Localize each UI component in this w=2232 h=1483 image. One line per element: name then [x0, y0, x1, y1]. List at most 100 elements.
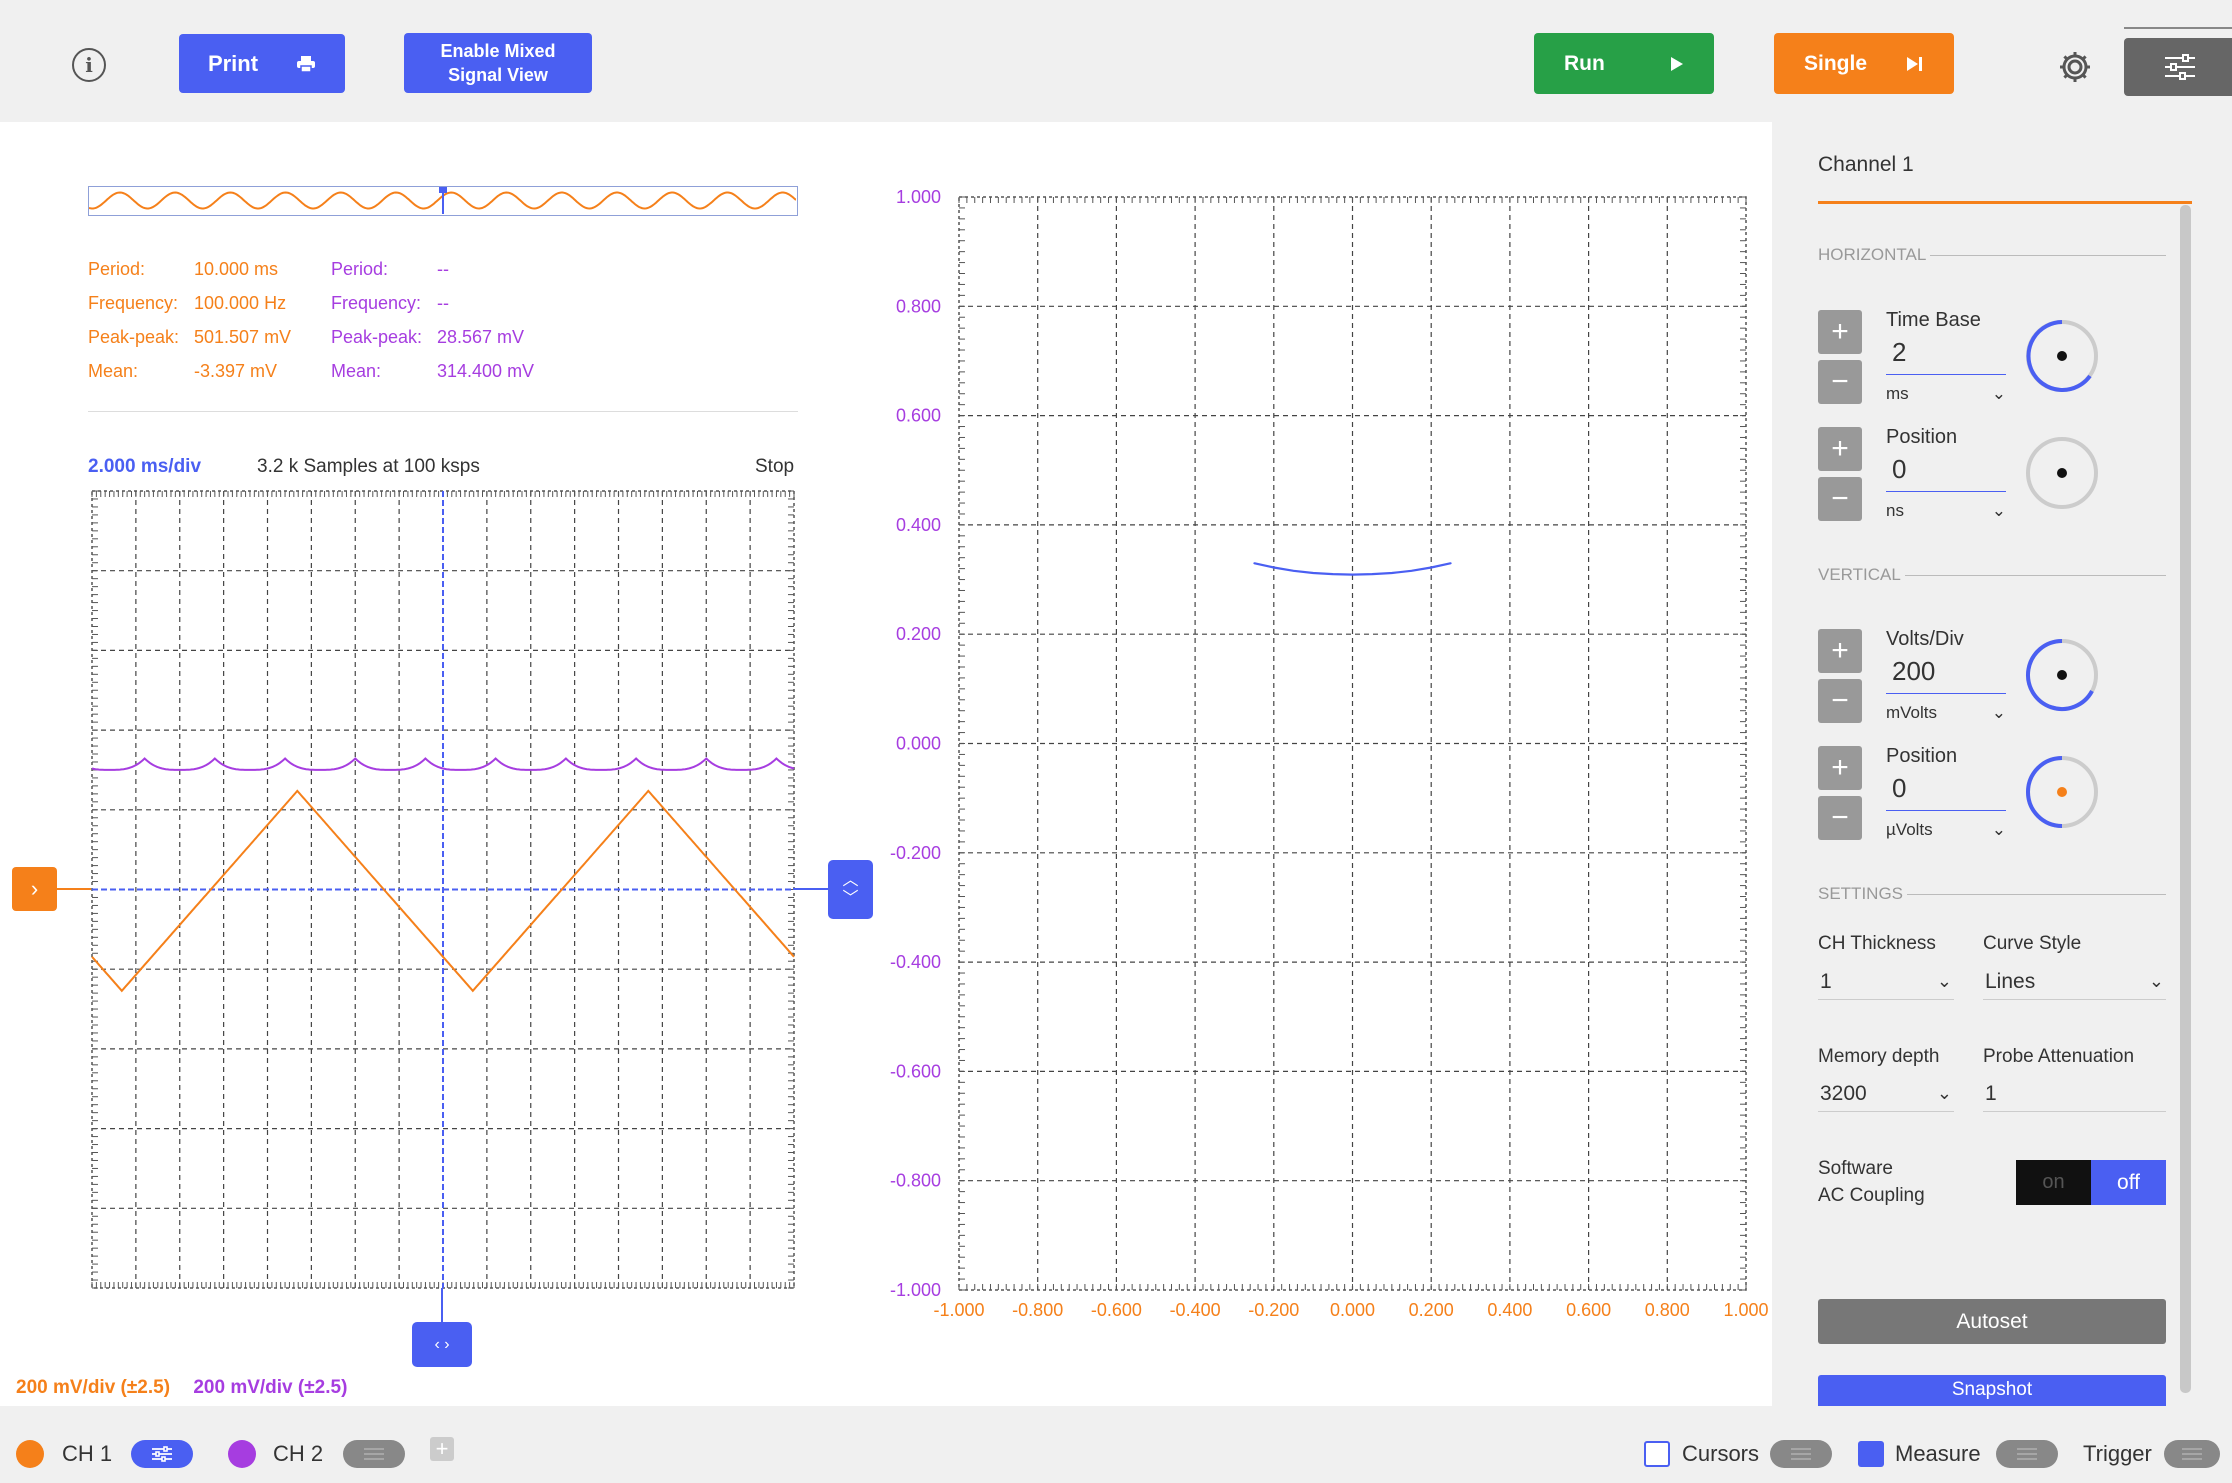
cursors-checkbox[interactable]: [1644, 1441, 1670, 1467]
cursors-label[interactable]: Cursors: [1682, 1441, 1759, 1467]
hpos-unit-select[interactable]: ns ⌄: [1886, 501, 2006, 521]
ch1-mean-value: -3.397 mV: [194, 361, 278, 381]
vpos-unit-select[interactable]: µVolts ⌄: [1886, 820, 2006, 840]
voltsdiv-plus-button[interactable]: +: [1818, 629, 1862, 673]
info-icon[interactable]: i: [72, 48, 106, 82]
y-tick-label: -0.400: [890, 952, 941, 972]
ch1-label[interactable]: CH 1: [62, 1441, 112, 1467]
memory-depth-select[interactable]: 3200 ⌄: [1818, 1076, 1954, 1112]
run-label: Run: [1564, 51, 1605, 75]
trigger-level-handle[interactable]: ︿ ﹀: [828, 860, 873, 919]
settings-header-text: SETTINGS: [1818, 884, 1904, 903]
voltsdiv-knob[interactable]: [2024, 637, 2100, 713]
run-button[interactable]: Run: [1534, 33, 1714, 94]
chevron-up-icon: ︿: [842, 871, 859, 889]
timebase-minus-button[interactable]: −: [1818, 360, 1862, 404]
ch2-label[interactable]: CH 2: [273, 1441, 323, 1467]
chevron-down-icon: ⌄: [1991, 501, 2006, 520]
cursors-settings-toggle[interactable]: [1770, 1440, 1832, 1468]
ch2-settings-toggle[interactable]: [343, 1440, 405, 1468]
sliders-icon: [152, 1446, 172, 1462]
ch2-frequency-label: Frequency:: [331, 293, 422, 313]
timebase-unit: ms: [1886, 384, 1909, 403]
horizontal-section-header: HORIZONTAL: [1818, 245, 2166, 265]
timebase-unit-select[interactable]: ms ⌄: [1886, 384, 2006, 404]
sliders-menu-button[interactable]: [2124, 38, 2232, 96]
timebase-plus-button[interactable]: +: [1818, 310, 1862, 354]
samples-readout: 3.2 k Samples at 100 ksps: [257, 456, 480, 477]
measure-settings-toggle[interactable]: [1996, 1440, 2058, 1468]
acquisition-state: Stop: [755, 456, 795, 477]
ch2-peakpeak-value: 28.567 mV: [437, 327, 525, 347]
x-tick-label: -0.600: [1091, 1300, 1142, 1320]
xy-plot[interactable]: 1.000 0.800 0.600 0.400 0.200 0.000 -0.200 -0.4…: [880, 180, 1770, 1330]
enable-mixed-signal-view-button[interactable]: Enable Mixed Signal View: [404, 33, 592, 93]
xy-point: [1450, 562, 1452, 564]
y-tick-label: 0.200: [896, 624, 941, 644]
overview-strip[interactable]: [88, 186, 798, 216]
ch1-offset-handle[interactable]: ›: [12, 867, 57, 911]
print-button[interactable]: Print: [179, 34, 345, 93]
snapshot-button[interactable]: Snapshot: [1818, 1375, 2166, 1406]
chevron-down-icon: ﹀: [842, 889, 859, 907]
timebase-input[interactable]: 2: [1886, 337, 2006, 375]
vpos-knob[interactable]: [2024, 754, 2100, 830]
curve-style-select[interactable]: Lines ⌄: [1983, 964, 2166, 1000]
ac-coupling-off[interactable]: off: [2091, 1160, 2166, 1205]
hpos-plus-button[interactable]: +: [1818, 427, 1862, 471]
vpos-minus-button[interactable]: −: [1818, 796, 1862, 840]
vpos-input[interactable]: 0: [1886, 773, 2006, 811]
x-tick-label: 1.000: [1723, 1300, 1768, 1320]
time-domain-plot[interactable]: [91, 490, 795, 1290]
time-position-line: [441, 1288, 443, 1322]
thickness-value: 1: [1820, 969, 1832, 993]
add-channel-button[interactable]: +: [430, 1436, 454, 1461]
trigger-level-line: [793, 888, 828, 890]
ch1-color-dot[interactable]: [16, 1440, 44, 1468]
autoset-button[interactable]: Autoset: [1818, 1299, 2166, 1344]
ch1-settings-toggle[interactable]: [131, 1440, 193, 1468]
ac-coupling-toggle[interactable]: on off: [2016, 1160, 2166, 1205]
xy-point: [1371, 573, 1373, 575]
timebase-readout: 2.000 ms/div: [88, 456, 202, 477]
thickness-select[interactable]: 1 ⌄: [1818, 964, 1954, 1000]
gear-icon[interactable]: [2056, 48, 2094, 86]
time-position-handle[interactable]: ‹ ›: [412, 1322, 472, 1367]
xy-point: [1292, 570, 1295, 572]
hpos-input[interactable]: 0: [1886, 454, 2006, 492]
y-tick-label: 0.600: [896, 406, 941, 426]
timebase-knob[interactable]: [2024, 318, 2100, 394]
hpos-minus-button[interactable]: −: [1818, 477, 1862, 521]
chevron-down-icon: ⌄: [1991, 820, 2006, 839]
trigger-settings-toggle[interactable]: [2164, 1440, 2220, 1468]
hpos-knob[interactable]: [2024, 435, 2100, 511]
x-tick-label: -0.400: [1170, 1300, 1221, 1320]
probe-attenuation-input[interactable]: 1: [1983, 1076, 2166, 1112]
hpos-label: Position: [1886, 426, 1958, 448]
xy-point: [1391, 572, 1393, 574]
voltsdiv-unit-select[interactable]: mVolts ⌄: [1886, 703, 2006, 723]
voltsdiv-minus-button[interactable]: −: [1818, 679, 1862, 723]
x-tick-label: -0.800: [1012, 1300, 1063, 1320]
vpos-plus-button[interactable]: +: [1818, 746, 1862, 790]
xy-point: [1430, 566, 1432, 569]
xy-point: [1273, 566, 1275, 569]
ac-coupling-on[interactable]: on: [2016, 1160, 2091, 1205]
memory-depth-value: 3200: [1820, 1081, 1867, 1105]
measure-label[interactable]: Measure: [1895, 1441, 1981, 1467]
hpos-unit: ns: [1886, 501, 1904, 520]
trigger-label[interactable]: Trigger: [2083, 1441, 2152, 1467]
panel-title-underline: [1818, 201, 2192, 204]
voltsdiv-input[interactable]: 200: [1886, 656, 2006, 694]
x-tick-label: 0.800: [1645, 1300, 1690, 1320]
y-tick-label: 0.800: [896, 296, 941, 316]
single-button[interactable]: Single: [1774, 33, 1954, 94]
x-tick-label: 0.000: [1330, 1300, 1375, 1320]
xy-point: [1312, 572, 1314, 574]
ch2-color-dot[interactable]: [228, 1440, 256, 1468]
measure-checkbox[interactable]: [1858, 1441, 1884, 1467]
panel-scrollbar[interactable]: [2180, 205, 2191, 1393]
single-label: Single: [1804, 51, 1868, 75]
settings-section-header: SETTINGS: [1818, 884, 2166, 904]
chevron-left-right-icon: ‹ ›: [434, 1335, 450, 1353]
